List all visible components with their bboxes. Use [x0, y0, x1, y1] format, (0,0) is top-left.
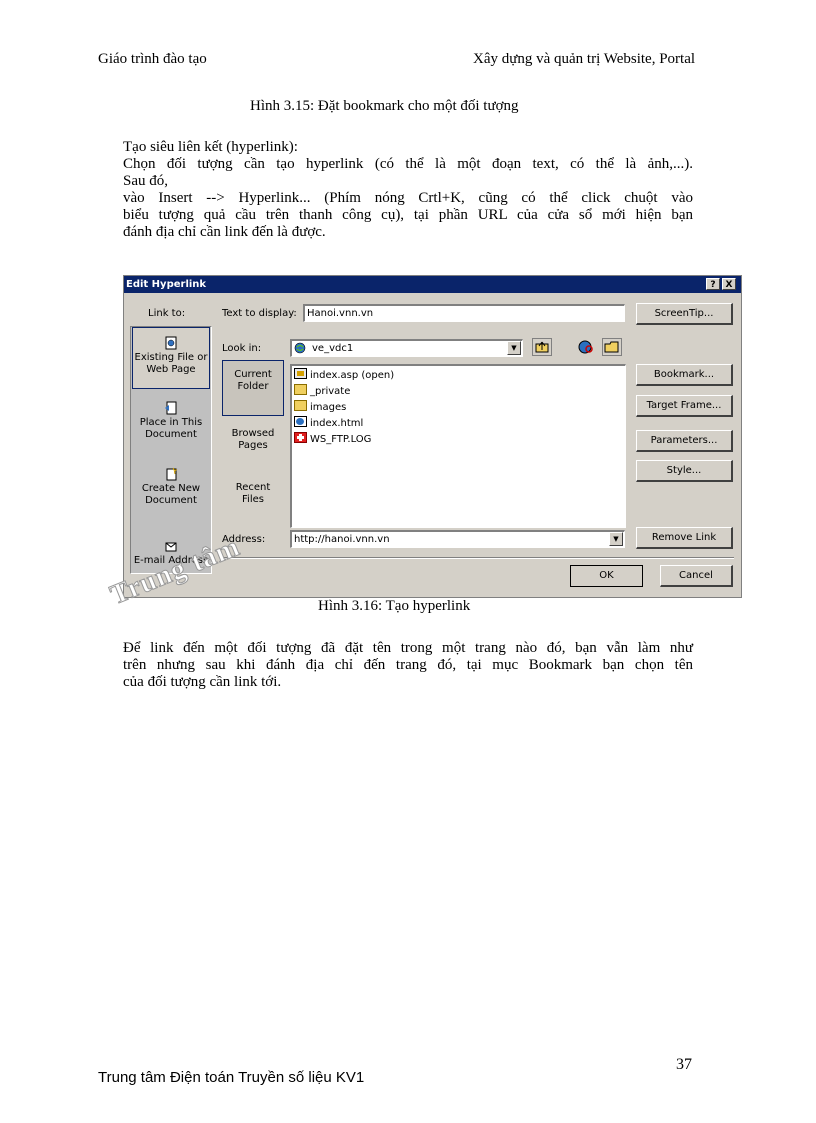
address-dropdown-arrow[interactable]: ▼: [609, 532, 623, 546]
browse-file-icon[interactable]: [602, 338, 622, 356]
link-to-label: Link to:: [148, 308, 186, 319]
nav-current-folder[interactable]: Current Folder: [222, 360, 284, 416]
divider: [220, 557, 734, 559]
file-list-item[interactable]: images: [294, 400, 346, 415]
header-left: Giáo trình đào tạo: [98, 51, 207, 67]
file-name: index.html: [310, 418, 364, 429]
paragraph-hyperlink-intro: Tạo siêu liên kết (hyperlink): Chọn đối …: [123, 139, 693, 241]
help-button[interactable]: ?: [706, 278, 720, 290]
file-name: WS_FTP.LOG: [310, 434, 372, 445]
paragraph-line: Chọn đối tượng cần tạo hyperlink (có thể…: [123, 156, 693, 172]
paragraph-line: vào Insert --> Hyperlink... (Phím nóng C…: [123, 190, 693, 206]
look-in-select[interactable]: ve_vdc1: [290, 339, 523, 357]
new-document-icon: [166, 467, 178, 481]
cancel-button[interactable]: Cancel: [660, 565, 733, 587]
link-to-item-label: Place in This Document: [139, 417, 203, 440]
paragraph-line: Để link đến một đối tượng đã đặt tên tro…: [123, 640, 693, 656]
file-name: index.asp (open): [310, 370, 395, 381]
up-one-folder-icon[interactable]: [532, 338, 552, 356]
browse-web-icon[interactable]: [576, 338, 596, 356]
dialog-title-bar: Edit Hyperlink: [124, 276, 741, 293]
nav-item-label: Current Folder: [234, 369, 272, 392]
html-file-icon: [294, 416, 307, 427]
paragraph-line: biểu tượng quả cầu trên thanh công cụ), …: [123, 207, 693, 223]
log-file-icon: [294, 432, 307, 443]
text-to-display-label: Text to display:: [222, 308, 297, 319]
web-page-icon: [165, 336, 177, 350]
paragraph-line: đánh địa chỉ cần link đến là được.: [123, 224, 326, 240]
link-to-create-new-document[interactable]: Create New Document: [132, 467, 210, 507]
nav-item-label: Recent Files: [235, 482, 271, 505]
look-in-label: Look in:: [222, 343, 262, 354]
email-icon: [165, 542, 177, 552]
folder-web-icon: [294, 342, 306, 354]
link-to-existing-file[interactable]: Existing File or Web Page: [132, 327, 210, 389]
folder-icon: [294, 400, 307, 411]
file-list[interactable]: index.asp (open) _private images index.h…: [290, 364, 626, 528]
link-to-item-label: Existing File or Web Page: [134, 352, 208, 375]
file-name: images: [310, 402, 347, 413]
nav-item-label: Browsed Pages: [231, 428, 275, 451]
page-number: 37: [676, 1056, 692, 1073]
file-list-item[interactable]: index.asp (open): [294, 368, 394, 383]
remove-link-button[interactable]: Remove Link: [636, 527, 733, 549]
paragraph-line: Tạo siêu liên kết (hyperlink):: [123, 139, 298, 155]
target-frame-button[interactable]: Target Frame...: [636, 395, 733, 417]
close-button[interactable]: X: [722, 278, 736, 290]
text-to-display-input[interactable]: Hanoi.vnn.vn: [303, 304, 625, 322]
look-in-dropdown-arrow[interactable]: ▼: [507, 341, 521, 355]
look-in-value: ve_vdc1: [312, 343, 354, 354]
bookmark-button[interactable]: Bookmark...: [636, 364, 733, 386]
file-name: _private: [310, 386, 351, 397]
paragraph-line: trên nhưng sau khi đánh địa chỉ đến tran…: [123, 657, 693, 673]
browse-nav-bar: Current Folder Browsed Pages Recent File…: [222, 360, 286, 528]
paragraph-bookmark-link: Để link đến một đối tượng đã đặt tên tro…: [123, 640, 693, 691]
figure-caption-3-16: Hình 3.16: Tạo hyperlink: [318, 598, 471, 614]
header-right: Xây dựng và quản trị Website, Portal: [473, 51, 696, 67]
nav-browsed-pages[interactable]: Browsed Pages: [222, 422, 284, 472]
screentip-button[interactable]: ScreenTip...: [636, 303, 733, 325]
address-input[interactable]: http://hanoi.vnn.vn: [290, 530, 625, 548]
footer-left: Trung tâm Điện toán Truyền số liệu KV1: [98, 1069, 365, 1086]
nav-recent-files[interactable]: Recent Files: [222, 476, 284, 526]
file-list-item[interactable]: index.html: [294, 416, 363, 431]
file-list-item[interactable]: WS_FTP.LOG: [294, 432, 371, 447]
link-to-item-label: Create New Document: [141, 483, 201, 506]
ok-button[interactable]: OK: [570, 565, 643, 587]
link-to-bar: Existing File or Web Page Place in This …: [130, 326, 212, 574]
asp-file-icon: [294, 368, 307, 379]
link-to-place-in-document[interactable]: Place in This Document: [132, 401, 210, 441]
parameters-button[interactable]: Parameters...: [636, 430, 733, 452]
figure-caption-3-15: Hình 3.15: Đặt bookmark cho một đối tượn…: [250, 98, 519, 114]
place-in-document-icon: [165, 401, 177, 415]
folder-icon: [294, 384, 307, 395]
dialog-title: Edit Hyperlink: [126, 279, 207, 290]
file-list-item[interactable]: _private: [294, 384, 350, 399]
paragraph-line: Sau đó,: [123, 173, 168, 189]
style-button[interactable]: Style...: [636, 460, 733, 482]
paragraph-line: của đối tượng cần link tới.: [123, 674, 282, 690]
